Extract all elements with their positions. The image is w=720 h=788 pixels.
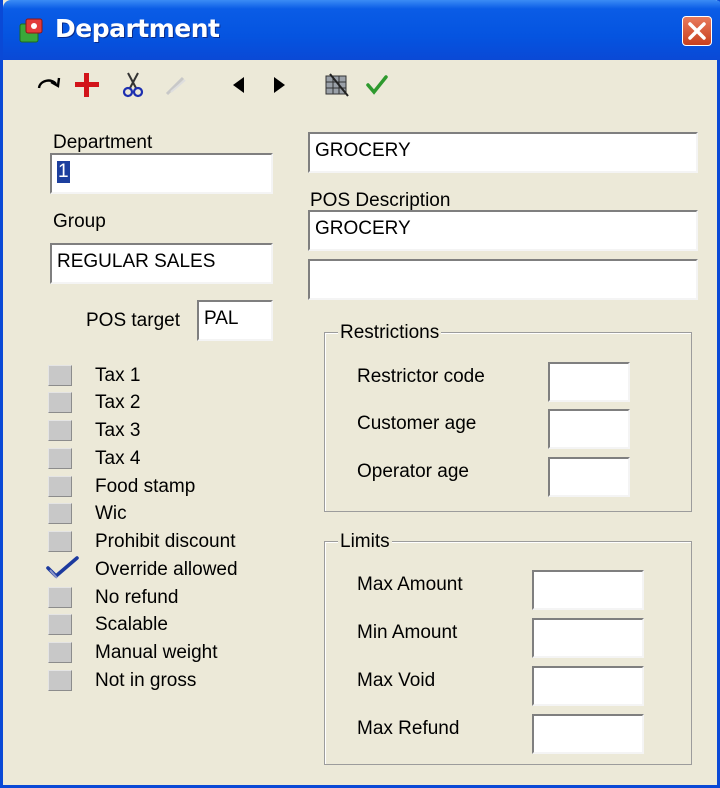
pos-target-label: POS target	[86, 310, 180, 331]
department-label: Department	[53, 132, 153, 153]
checkbox-food-stamp[interactable]	[48, 476, 72, 497]
checkbox-wic[interactable]	[48, 503, 72, 524]
add-icon[interactable]	[72, 70, 102, 100]
checkbox-tax-1[interactable]	[48, 365, 72, 386]
pos-description-field-2[interactable]	[308, 259, 698, 300]
checkbox-scalable[interactable]	[48, 614, 72, 635]
checkbox-not-in-gross[interactable]	[48, 670, 72, 691]
max-amount-label: Max Amount	[357, 574, 463, 595]
checkbox-food-stamp-label: Food stamp	[95, 476, 196, 497]
customer-age-field[interactable]	[548, 409, 630, 449]
min-amount-label: Min Amount	[357, 622, 458, 643]
max-void-label: Max Void	[357, 670, 436, 691]
pos-description-label: POS Description	[310, 190, 451, 211]
max-refund-field[interactable]	[532, 714, 644, 754]
checkbox-tax-4-label: Tax 4	[95, 448, 141, 469]
department-name-field[interactable]: GROCERY	[308, 132, 698, 173]
grid-icon[interactable]	[322, 70, 352, 100]
department-name-value: GROCERY	[315, 140, 411, 161]
max-void-field[interactable]	[532, 666, 644, 706]
checkbox-wic-label: Wic	[95, 503, 127, 524]
operator-age-label: Operator age	[357, 461, 469, 482]
checkbox-override-allowed-label: Override allowed	[95, 559, 238, 580]
checkbox-tax-2-label: Tax 2	[95, 392, 141, 413]
checkmark-icon	[46, 556, 79, 579]
checkbox-scalable-label: Scalable	[95, 614, 168, 635]
max-amount-field[interactable]	[532, 570, 644, 610]
department-value: 1	[57, 161, 70, 183]
department-window: Department Department 1 Group REGULAR SA…	[0, 0, 720, 788]
pos-description-value: GROCERY	[315, 218, 411, 239]
restrictor-code-label: Restrictor code	[357, 366, 485, 387]
checkbox-tax-2[interactable]	[48, 392, 72, 413]
pos-target-value: PAL	[204, 308, 239, 329]
max-refund-label: Max Refund	[357, 718, 460, 739]
app-icon	[19, 18, 43, 43]
check-icon[interactable]	[362, 70, 392, 100]
checkbox-tax-3-label: Tax 3	[95, 420, 141, 441]
limits-title: Limits	[338, 531, 392, 553]
group-label: Group	[53, 211, 106, 232]
checkbox-tax-4[interactable]	[48, 448, 72, 469]
close-icon	[688, 22, 706, 40]
checkbox-manual-weight-label: Manual weight	[95, 642, 218, 663]
checkbox-tax-3[interactable]	[48, 420, 72, 441]
operator-age-field[interactable]	[548, 457, 630, 497]
restrictions-title: Restrictions	[338, 322, 442, 344]
next-icon[interactable]	[264, 70, 294, 100]
checkbox-override-allowed[interactable]	[46, 556, 79, 580]
checkbox-no-refund[interactable]	[48, 587, 72, 608]
refresh-icon[interactable]	[34, 70, 64, 100]
toolbar	[6, 62, 717, 114]
window-title: Department	[55, 14, 220, 43]
checkbox-manual-weight[interactable]	[48, 642, 72, 663]
checkbox-prohibit-discount-label: Prohibit discount	[95, 531, 236, 552]
group-field[interactable]: REGULAR SALES	[50, 243, 273, 284]
checkbox-prohibit-discount[interactable]	[48, 531, 72, 552]
close-button[interactable]	[682, 16, 712, 46]
min-amount-field[interactable]	[532, 618, 644, 658]
edit-icon-disabled	[165, 76, 186, 96]
title-bar[interactable]: Department	[3, 0, 720, 60]
group-value: REGULAR SALES	[57, 251, 216, 272]
checkbox-no-refund-label: No refund	[95, 587, 179, 608]
customer-age-label: Customer age	[357, 413, 477, 434]
checkbox-tax-1-label: Tax 1	[95, 365, 141, 386]
checkbox-not-in-gross-label: Not in gross	[95, 670, 197, 691]
pos-description-field[interactable]: GROCERY	[308, 210, 698, 251]
cut-icon[interactable]	[118, 70, 148, 100]
restrictor-code-field[interactable]	[548, 362, 630, 402]
department-field[interactable]: 1	[50, 153, 273, 194]
pos-target-field[interactable]: PAL	[197, 300, 273, 341]
previous-icon[interactable]	[224, 70, 254, 100]
